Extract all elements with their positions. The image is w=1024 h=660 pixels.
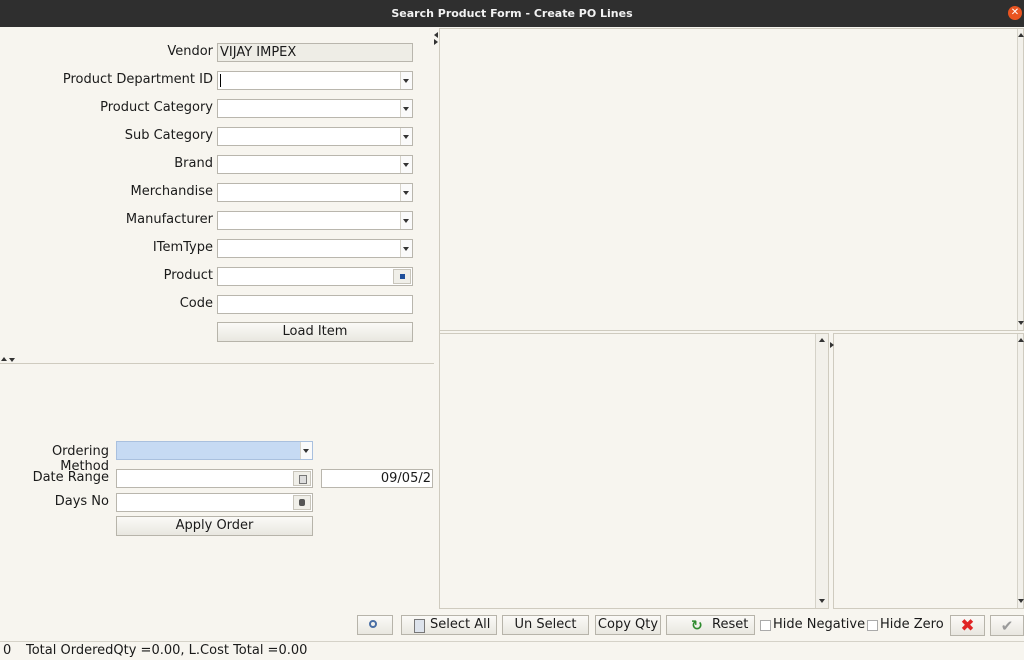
left-splitter[interactable] <box>0 357 434 364</box>
product-lookup-button[interactable] <box>393 269 411 284</box>
collapse-right-icon[interactable] <box>434 39 438 45</box>
brand-select[interactable] <box>217 155 413 174</box>
details-panel <box>830 333 1024 609</box>
reset-button[interactable]: ↻ Reset <box>666 615 755 635</box>
product-grid-scrollbar[interactable] <box>1017 29 1024 330</box>
scroll-up-icon[interactable] <box>1018 338 1024 342</box>
hide-negative-label: Hide Negative <box>773 617 866 632</box>
merch-label: Merchandise <box>130 184 213 199</box>
product-label: Product <box>163 268 213 283</box>
chevron-down-icon[interactable] <box>300 442 312 459</box>
chevron-down-icon[interactable] <box>400 212 412 229</box>
status-totals: Total OrderedQty =0.00, L.Cost Total =0.… <box>26 643 308 658</box>
chevron-down-icon[interactable] <box>400 72 412 89</box>
refresh-icon: ↻ <box>691 618 703 634</box>
unselect-button[interactable]: Un Select <box>502 615 589 635</box>
select-all-label: Select All <box>430 617 491 632</box>
subcategory-select[interactable] <box>217 127 413 146</box>
chevron-down-icon[interactable] <box>400 156 412 173</box>
text-caret <box>220 74 221 87</box>
days-no-label: Days No <box>54 494 109 509</box>
date-range-label: Date Range <box>32 470 109 485</box>
confirm-button[interactable]: ✔ <box>990 615 1024 636</box>
database-icon <box>299 499 305 506</box>
copy-qty-button[interactable]: Copy Qty <box>595 615 661 635</box>
calendar-icon <box>299 475 307 484</box>
hide-negative-checkbox[interactable] <box>760 620 771 631</box>
lookup-icon <box>400 274 405 279</box>
itemtype-select[interactable] <box>217 239 413 258</box>
preview-button[interactable] <box>357 615 393 635</box>
vendor-value: VIJAY IMPEX <box>220 45 297 60</box>
days-no-field[interactable] <box>116 493 313 512</box>
code-label: Code <box>179 296 213 311</box>
scroll-down-icon[interactable] <box>1018 599 1024 603</box>
itemtype-label: ITemType <box>152 240 213 255</box>
po-lines-panel <box>439 333 829 609</box>
merch-select[interactable] <box>217 183 413 202</box>
magnifier-icon <box>369 620 377 628</box>
list-icon <box>414 619 425 633</box>
select-all-button[interactable]: Select All <box>401 615 497 635</box>
category-label: Product Category <box>100 100 213 115</box>
chevron-down-icon[interactable] <box>400 240 412 257</box>
hide-zero-checkbox[interactable] <box>867 620 878 631</box>
scroll-up-icon[interactable] <box>819 338 825 342</box>
apply-order-button[interactable]: Apply Order <box>116 516 313 536</box>
status-count: 0 <box>3 643 12 658</box>
collapse-down-icon[interactable] <box>9 358 15 362</box>
ordering-method-select[interactable] <box>116 441 313 460</box>
collapse-left-icon[interactable] <box>434 32 438 38</box>
chevron-down-icon[interactable] <box>400 128 412 145</box>
close-icon: ✖ <box>960 616 975 636</box>
days-lookup-button[interactable] <box>293 495 311 510</box>
window-title: Search Product Form - Create PO Lines <box>391 7 633 20</box>
dept-select[interactable] <box>217 71 413 90</box>
reset-label: Reset <box>712 617 749 632</box>
product-grid-panel <box>439 28 1024 331</box>
category-select[interactable] <box>217 99 413 118</box>
date-to-value: 09/05/2 <box>380 471 431 486</box>
brand-label: Brand <box>174 156 213 171</box>
load-item-button[interactable]: Load Item <box>217 322 413 342</box>
calendar-button[interactable] <box>293 471 311 486</box>
scroll-up-icon[interactable] <box>1018 33 1024 37</box>
chevron-down-icon[interactable] <box>400 184 412 201</box>
details-scrollbar[interactable] <box>1017 334 1024 608</box>
check-icon: ✔ <box>1000 617 1014 635</box>
date-to-field[interactable]: 09/05/2 <box>321 469 433 488</box>
subcategory-label: Sub Category <box>124 128 213 143</box>
window-close-icon[interactable]: ✕ <box>1008 6 1022 20</box>
manufacturer-select[interactable] <box>217 211 413 230</box>
scroll-down-icon[interactable] <box>819 599 825 603</box>
status-bar: 0 Total OrderedQty =0.00, L.Cost Total =… <box>0 641 1024 660</box>
date-from-field[interactable] <box>116 469 313 488</box>
code-input[interactable] <box>217 295 413 314</box>
hide-zero-label: Hide Zero <box>880 617 944 632</box>
vendor-label: Vendor <box>167 44 213 59</box>
vendor-field: VIJAY IMPEX <box>217 43 413 62</box>
collapse-up-icon[interactable] <box>1 357 7 361</box>
product-field[interactable] <box>217 267 413 286</box>
scroll-down-icon[interactable] <box>1018 321 1024 325</box>
dept-label: Product Department ID <box>62 72 213 87</box>
po-lines-scrollbar[interactable] <box>815 334 828 608</box>
manufacturer-label: Manufacturer <box>125 212 213 227</box>
window-titlebar: Search Product Form - Create PO Lines ✕ <box>0 0 1024 27</box>
cancel-button[interactable]: ✖ <box>950 615 985 636</box>
chevron-down-icon[interactable] <box>400 100 412 117</box>
collapse-right-icon[interactable] <box>830 342 834 348</box>
